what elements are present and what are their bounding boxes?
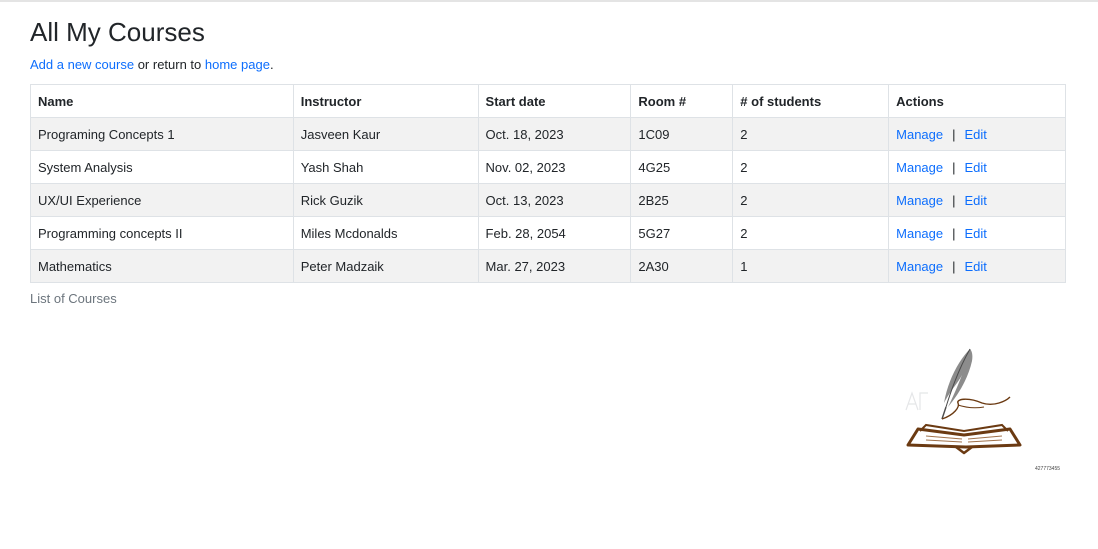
cell-instructor: Peter Madzaik [292, 249, 479, 283]
cell-actions: Manage | Edit [888, 216, 1066, 250]
cell-room: 2B25 [630, 183, 734, 217]
page-subtitle: Add a new course or return to home page. [30, 56, 1066, 73]
cell-instructor: Yash Shah [292, 150, 479, 184]
action-separator: | [952, 225, 956, 241]
cell-start-date: Nov. 02, 2023 [477, 150, 632, 184]
action-separator: | [952, 159, 956, 175]
header-name: Name [30, 84, 294, 118]
table-row: System Analysis Yash Shah Nov. 02, 2023 … [30, 150, 1066, 184]
cell-room: 1C09 [630, 117, 734, 151]
edit-link[interactable]: Edit [965, 193, 987, 208]
manage-link[interactable]: Manage [896, 193, 943, 208]
table-row: Programing Concepts 1 Jasveen Kaur Oct. … [30, 117, 1066, 151]
cell-instructor: Rick Guzik [292, 183, 479, 217]
cell-instructor: Miles Mcdonalds [292, 216, 479, 250]
edit-link[interactable]: Edit [965, 226, 987, 241]
cell-start-date: Oct. 13, 2023 [477, 183, 632, 217]
cell-start-date: Oct. 18, 2023 [477, 117, 632, 151]
main-container: All My Courses Add a new course or retur… [30, 0, 1066, 306]
header-actions: Actions [888, 84, 1066, 118]
cell-room: 4G25 [630, 150, 734, 184]
cell-actions: Manage | Edit [888, 150, 1066, 184]
table-header-row: Name Instructor Start date Room # # of s… [30, 84, 1066, 118]
cell-room: 5G27 [630, 216, 734, 250]
book-quill-icon [898, 345, 1033, 455]
cell-students: 2 [732, 150, 890, 184]
cell-name: UX/UI Experience [30, 183, 294, 217]
cell-actions: Manage | Edit [888, 117, 1066, 151]
page-title: All My Courses [30, 17, 205, 47]
manage-link[interactable]: Manage [896, 259, 943, 274]
cell-room: 2A30 [630, 249, 734, 283]
cell-students: 2 [732, 117, 890, 151]
cell-students: 1 [732, 249, 890, 283]
courses-table: Name Instructor Start date Room # # of s… [30, 84, 1066, 283]
subtitle-period: . [269, 57, 274, 72]
action-separator: | [952, 192, 956, 208]
cell-instructor: Jasveen Kaur [292, 117, 479, 151]
table-caption: List of Courses [30, 291, 117, 306]
edit-link[interactable]: Edit [965, 127, 987, 142]
stock-id-label: 427773455 [1035, 466, 1061, 472]
table-row: UX/UI Experience Rick Guzik Oct. 13, 202… [30, 183, 1066, 217]
manage-link[interactable]: Manage [896, 226, 943, 241]
table-row: Programming concepts II Miles Mcdonalds … [30, 216, 1066, 250]
manage-link[interactable]: Manage [896, 160, 943, 175]
cell-students: 2 [732, 216, 890, 250]
header-room: Room # [630, 84, 734, 118]
cell-actions: Manage | Edit [888, 249, 1066, 283]
cell-start-date: Mar. 27, 2023 [477, 249, 632, 283]
edit-link[interactable]: Edit [965, 259, 987, 274]
header-students: # of students [732, 84, 890, 118]
table-row: Mathematics Peter Madzaik Mar. 27, 2023 … [30, 249, 1066, 283]
action-separator: | [952, 258, 956, 274]
header-instructor: Instructor [292, 84, 479, 118]
edit-link[interactable]: Edit [965, 160, 987, 175]
subtitle-middle-text: or return to [134, 57, 205, 72]
action-separator: | [952, 126, 956, 142]
manage-link[interactable]: Manage [896, 127, 943, 142]
cell-name: Programing Concepts 1 [30, 117, 294, 151]
cell-name: Mathematics [30, 249, 294, 283]
header-start-date: Start date [477, 84, 632, 118]
cell-start-date: Feb. 28, 2054 [477, 216, 632, 250]
cell-actions: Manage | Edit [888, 183, 1066, 217]
home-page-link[interactable]: home page [205, 57, 270, 72]
cell-name: System Analysis [30, 150, 294, 184]
cell-students: 2 [732, 183, 890, 217]
cell-name: Programming concepts II [30, 216, 294, 250]
add-course-link[interactable]: Add a new course [30, 57, 134, 72]
